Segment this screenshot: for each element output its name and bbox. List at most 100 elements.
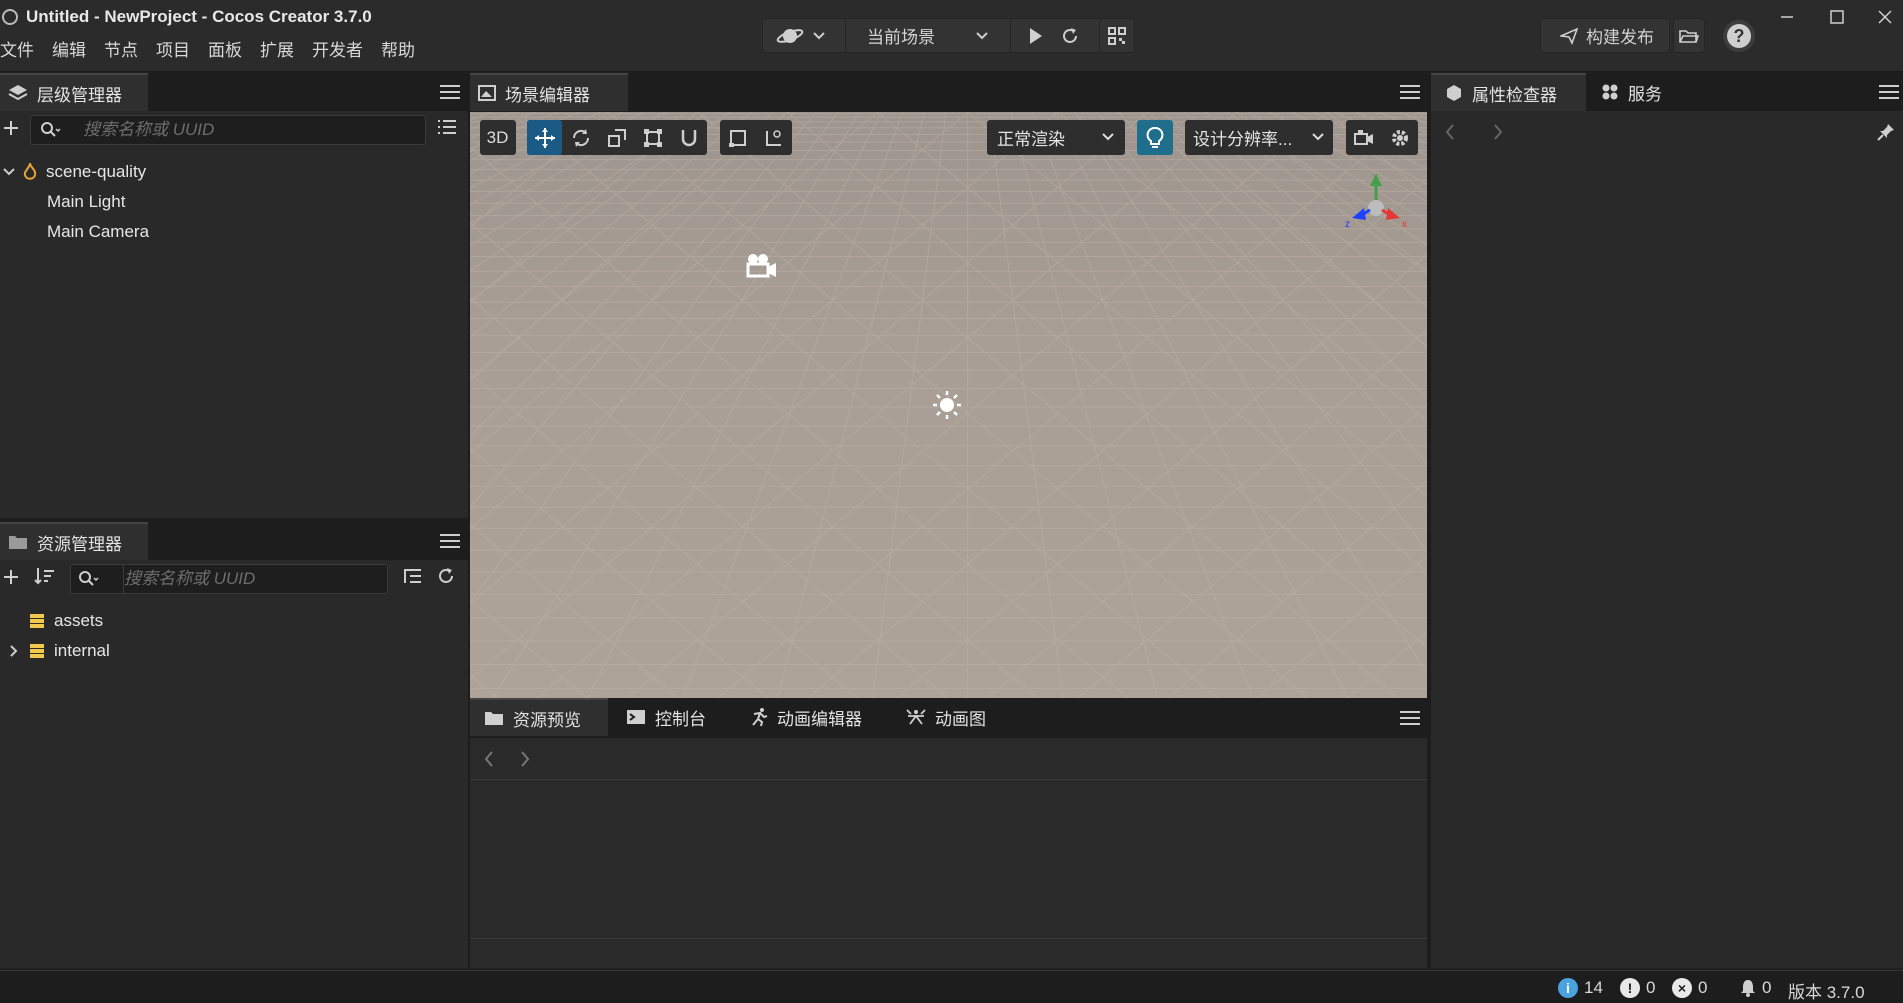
menu-developer[interactable]: 开发者 [312,36,372,61]
menu-extension[interactable]: 扩展 [260,36,303,61]
play-button[interactable] [1019,19,1053,52]
add-node-button[interactable] [0,115,22,141]
info-count[interactable]: i 14 [1558,978,1603,998]
scene-camera-button[interactable] [1346,120,1381,155]
menu-edit[interactable]: 编辑 [52,36,95,61]
axis-gizmo[interactable]: y x z [1340,170,1412,242]
menu-node[interactable]: 节点 [104,36,147,61]
assets-menu-button[interactable] [440,532,460,550]
warning-count-value: 0 [1646,978,1656,997]
refresh-assets-button[interactable] [436,566,460,590]
warning-count[interactable]: ! 0 [1620,978,1655,998]
menu-panel[interactable]: 面板 [208,36,251,61]
snap-tool-button[interactable] [671,120,706,155]
tree-node-scene[interactable]: scene-quality [0,159,468,184]
help-button[interactable]: ? [1723,20,1755,52]
chevron-right-icon[interactable] [1491,123,1505,141]
tree-node-label: Main Camera [47,221,150,241]
lightbulb-icon [1146,126,1163,148]
list-icon [438,120,456,134]
design-resolution-select[interactable]: 设计分辨率... [1185,120,1333,155]
menu-help[interactable]: 帮助 [381,36,424,61]
transform-tools [527,120,707,155]
plus-icon [4,121,18,135]
scale-tool-button[interactable] [599,120,634,155]
rect-transform-icon [643,128,662,147]
tab-console[interactable]: 控制台 [614,698,730,736]
scene-select[interactable]: 当前场景 [845,19,1011,52]
chevron-left-icon[interactable] [482,750,496,768]
tree-node-main-camera[interactable]: Main Camera [0,219,468,244]
tab-scene-editor[interactable]: 场景编辑器 [470,73,628,111]
animation-graph-icon [906,709,926,725]
toggle-3d-button[interactable]: 3D [480,120,516,155]
open-folder-button[interactable] [1673,18,1705,53]
qrcode-button[interactable] [1099,18,1135,53]
tab-asset-preview[interactable]: 资源预览 [470,698,608,736]
refresh-button[interactable] [1053,19,1087,52]
move-tool-button[interactable] [527,120,562,155]
minimize-button[interactable] [1770,4,1804,30]
preview-platform-select[interactable] [771,19,831,52]
bell-icon [1741,980,1755,997]
tree-node-main-light[interactable]: Main Light [0,189,468,214]
light-gizmo-icon[interactable] [932,390,962,420]
render-mode-label: 正常渲染 [997,130,1065,149]
assets-search-input[interactable] [123,565,379,593]
sort-button[interactable] [34,566,58,590]
chevron-left-icon[interactable] [1443,123,1457,141]
title-bar: Untitled - NewProject - Cocos Creator 3.… [0,0,1903,72]
pivot-button[interactable] [720,120,755,155]
build-publish-button[interactable]: 构建发布 [1540,18,1670,53]
tab-services[interactable]: 服务 [1591,73,1691,111]
rect-tool-button[interactable] [635,120,670,155]
camera-gizmo-icon[interactable] [746,252,778,280]
pivot-tools [720,120,792,155]
refresh-icon [439,568,453,583]
assets-panel: 资源管理器 assets internal [0,522,468,968]
send-icon [1560,27,1578,45]
bottom-panel-menu-button[interactable] [1400,709,1420,727]
pin-icon[interactable] [1877,123,1895,141]
bottom-panel-header: 资源预览 控制台 动画编辑器 动画图 [470,698,1427,738]
tab-assets-label: 资源管理器 [37,534,122,554]
error-count[interactable]: × 0 [1672,978,1707,998]
notification-count[interactable]: 0 [1740,978,1771,998]
tab-label: 服务 [1628,84,1662,104]
info-count-value: 14 [1584,978,1603,997]
menu-file[interactable]: 文件 [0,36,43,61]
hierarchy-menu-button[interactable] [440,83,460,101]
hierarchy-search-input[interactable] [83,116,413,144]
scene-menu-button[interactable] [1400,83,1420,101]
close-button[interactable] [1868,4,1902,30]
asset-item-assets[interactable]: assets [0,608,468,633]
collapse-all-button[interactable] [402,566,426,590]
tab-animation-editor[interactable]: 动画编辑器 [738,698,888,736]
tab-inspector[interactable]: 属性检查器 [1431,73,1586,111]
inspector-menu-button[interactable] [1879,83,1899,101]
bottom-panel: 资源预览 控制台 动画编辑器 动画图 [470,698,1427,968]
tab-label: 控制台 [655,709,706,729]
error-count-value: 0 [1698,978,1708,997]
local-global-button[interactable] [756,120,791,155]
rotate-tool-button[interactable] [563,120,598,155]
add-asset-button[interactable] [0,564,22,590]
build-publish-label: 构建发布 [1586,28,1654,47]
tab-hierarchy[interactable]: 层级管理器 [0,73,148,111]
hierarchy-list-toggle[interactable] [436,117,460,141]
menu-project[interactable]: 项目 [156,36,199,61]
scene-settings-button[interactable] [1382,120,1417,155]
design-resolution-label: 设计分辨率... [1193,130,1293,149]
inspector-header: 属性检查器 服务 [1431,73,1903,111]
chevron-right-icon[interactable] [518,750,532,768]
scene-lighting-button[interactable] [1137,120,1173,155]
asset-item-internal[interactable]: internal [0,638,468,663]
maximize-button[interactable] [1820,4,1854,30]
tab-assets[interactable]: 资源管理器 [0,522,148,560]
scene-viewport[interactable]: y x z [470,112,1427,698]
render-mode-select[interactable]: 正常渲染 [987,120,1125,155]
minimize-icon [1781,16,1793,18]
image-icon [478,85,496,101]
tab-animation-graph[interactable]: 动画图 [894,698,1004,736]
info-icon: i [1558,978,1578,998]
